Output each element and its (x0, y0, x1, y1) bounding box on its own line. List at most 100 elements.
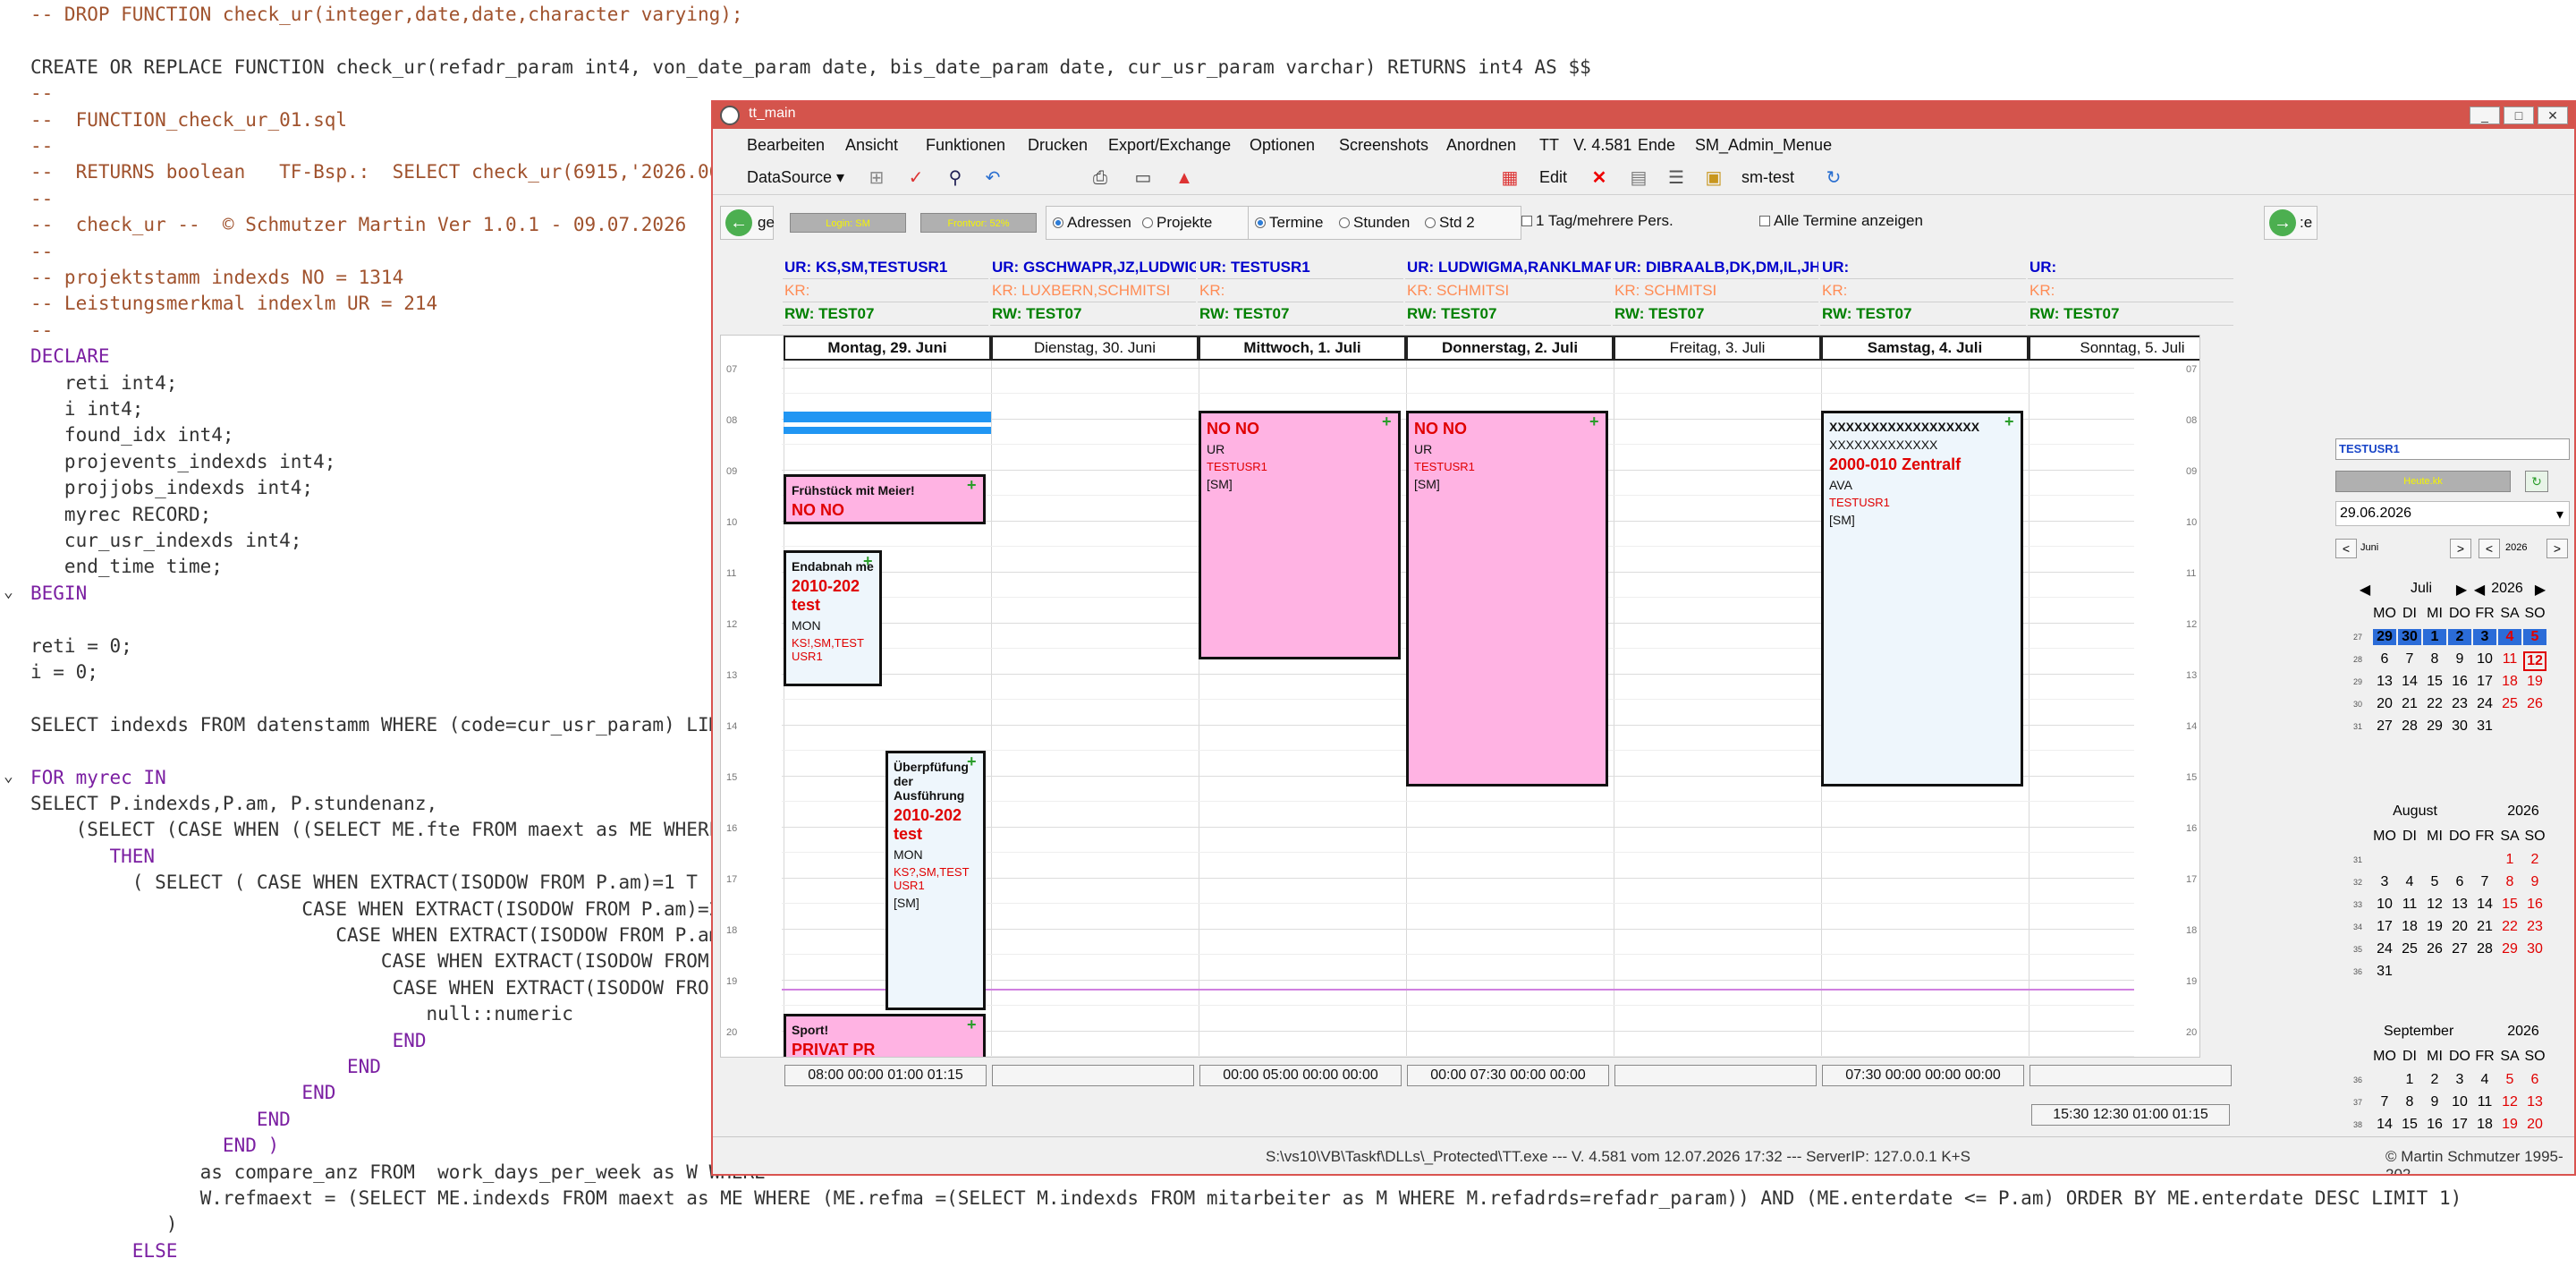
allday-bar[interactable] (784, 427, 991, 434)
day-cell[interactable]: 25 (2398, 941, 2421, 957)
day-cell[interactable]: 12 (2523, 651, 2546, 671)
add-plus-icon[interactable]: + (967, 753, 981, 770)
day-cell[interactable]: 29 (2423, 719, 2446, 735)
day-cell[interactable]: 18 (2498, 674, 2521, 690)
print-icon[interactable]: ⎙ (1089, 166, 1112, 190)
scanner-icon[interactable]: ▭ (1131, 166, 1155, 190)
day-cell[interactable]: 9 (2523, 874, 2546, 890)
day-cell[interactable]: 17 (2448, 1117, 2471, 1133)
warning-icon[interactable]: ▲ (1173, 166, 1196, 190)
day-cell[interactable]: 30 (2448, 719, 2471, 735)
menu-item[interactable]: SM_Admin_Menue (1695, 136, 1832, 155)
day-cell[interactable]: 26 (2523, 696, 2546, 712)
day-cell[interactable]: 28 (2398, 719, 2421, 735)
new-calendar-icon[interactable]: ▦ (1498, 166, 1521, 190)
day-header[interactable]: Sonntag, 5. Juli (2029, 336, 2199, 361)
event-sport[interactable]: Sport!PRIVAT PRNA+ (784, 1014, 986, 1057)
binoculars-icon[interactable]: ⚲ (944, 166, 967, 190)
day-cell[interactable]: 12 (2423, 897, 2446, 913)
day-cell[interactable]: 11 (2398, 897, 2421, 913)
login-button[interactable]: Login: SM (790, 213, 906, 233)
day-cell[interactable]: 13 (2373, 674, 2396, 690)
menu-item[interactable]: Screenshots (1339, 136, 1428, 155)
add-plus-icon[interactable]: + (863, 553, 877, 569)
day-cell[interactable]: 10 (2473, 651, 2496, 668)
prev-year-button[interactable]: < (2479, 539, 2500, 558)
maximize-button[interactable]: □ (2504, 106, 2534, 124)
refresh-small-icon[interactable]: ↻ (2525, 471, 2548, 492)
back-arrow-icon[interactable]: ← (725, 209, 752, 236)
event-mi-nono[interactable]: NO NO UR TESTUSR1 [SM] + (1199, 411, 1401, 659)
menu-item[interactable]: Export/Exchange (1108, 136, 1231, 155)
archive-icon[interactable]: ▣ (1702, 166, 1725, 190)
day-cell[interactable]: 24 (2473, 696, 2496, 712)
menu-item[interactable]: Funktionen (926, 136, 1005, 155)
menu-item[interactable]: V. 4.581 (1573, 136, 1631, 155)
day-cell[interactable]: 7 (2373, 1094, 2396, 1110)
prev-month-button[interactable]: < (2335, 539, 2357, 558)
day-cell[interactable]: 5 (2498, 1072, 2521, 1088)
day-cell[interactable]: 23 (2448, 696, 2471, 712)
day-cell[interactable]: 8 (2498, 874, 2521, 890)
radio-termine[interactable]: Termine (1255, 214, 1323, 232)
allday-bar[interactable] (784, 412, 991, 422)
day-cell[interactable]: 17 (2373, 919, 2396, 935)
day-cell[interactable]: 19 (2423, 919, 2446, 935)
menu-item[interactable]: Ende (1638, 136, 1675, 155)
day-header[interactable]: Mittwoch, 1. Juli (1199, 336, 1406, 361)
event-do-nono[interactable]: NO NO UR TESTUSR1 [SM] + (1406, 411, 1608, 787)
day-cell[interactable]: 2 (2423, 1072, 2446, 1088)
day-cell[interactable]: 7 (2473, 874, 2496, 890)
day-cell[interactable]: 2 (2448, 629, 2471, 645)
day-cell[interactable]: 16 (2448, 674, 2471, 690)
menu-item[interactable]: Optionen (1250, 136, 1315, 155)
day-cell[interactable]: 1 (2398, 1072, 2421, 1088)
day-cell[interactable]: 3 (2373, 874, 2396, 890)
event-endabnahme[interactable]: Endabnah me 2010-202 test MON KS!,SM,TEST U… (784, 550, 882, 686)
day-cell[interactable]: 15 (2498, 897, 2521, 913)
day-cell[interactable]: 9 (2423, 1094, 2446, 1110)
day-cell[interactable]: 21 (2473, 919, 2496, 935)
edit-button[interactable]: Edit (1539, 168, 1567, 187)
day-cell[interactable]: 14 (2373, 1117, 2396, 1133)
user-input[interactable]: TESTUSR1 (2335, 438, 2570, 460)
day-cell[interactable]: 1 (2498, 852, 2521, 868)
event-ueberpruefung[interactable]: Überpfüfung der Ausführung 2010-202 test M… (886, 751, 986, 1010)
day-cell[interactable]: 22 (2498, 919, 2521, 935)
menu-item[interactable]: Bearbeiten (747, 136, 825, 155)
day-cell[interactable]: 16 (2423, 1117, 2446, 1133)
day-header[interactable]: Montag, 29. Juni (784, 336, 991, 361)
day-cell[interactable]: 19 (2498, 1117, 2521, 1133)
checkbox-tag-mehrere[interactable]: 1 Tag/mehrere Pers. (1521, 212, 1674, 230)
add-plus-icon[interactable]: + (1589, 413, 1604, 429)
day-cell[interactable]: 10 (2373, 897, 2396, 913)
calendar-week-grid[interactable]: Montag, 29. Juni Dienstag, 30. Juni Mittwo… (720, 335, 2200, 1058)
day-cell[interactable]: 20 (2448, 919, 2471, 935)
fold-chevron-icon[interactable]: ⌄ (4, 582, 13, 601)
day-header[interactable]: Donnerstag, 2. Juli (1406, 336, 1614, 361)
day-cell[interactable]: 31 (2473, 719, 2496, 735)
day-cell[interactable]: 28 (2473, 941, 2496, 957)
day-cell[interactable]: 30 (2398, 629, 2421, 645)
minimize-button[interactable]: _ (2470, 106, 2500, 124)
day-cell[interactable]: 6 (2448, 874, 2471, 890)
next-year-button[interactable]: > (2546, 539, 2568, 558)
day-cell[interactable]: 31 (2373, 964, 2396, 980)
menu-item[interactable]: TT (1539, 136, 1559, 155)
day-cell[interactable]: 20 (2373, 696, 2396, 712)
day-cell[interactable]: 9 (2448, 651, 2471, 668)
day-cell[interactable]: 14 (2398, 674, 2421, 690)
menu-item[interactable]: Ansicht (845, 136, 898, 155)
day-cell[interactable]: 11 (2473, 1094, 2496, 1110)
add-plus-icon[interactable]: + (967, 477, 981, 493)
list-icon[interactable]: ☰ (1665, 166, 1688, 190)
day-cell[interactable]: 18 (2398, 919, 2421, 935)
day-cell[interactable]: 27 (2448, 941, 2471, 957)
day-cell[interactable]: 1 (2423, 629, 2446, 645)
day-cell[interactable]: 21 (2398, 696, 2421, 712)
day-cell[interactable]: 4 (2398, 874, 2421, 890)
add-plus-icon[interactable]: + (967, 1016, 981, 1033)
check-icon[interactable]: ✓ (904, 166, 928, 190)
day-cell[interactable]: 18 (2473, 1117, 2496, 1133)
radio-adressen[interactable]: Adressen (1053, 214, 1131, 232)
